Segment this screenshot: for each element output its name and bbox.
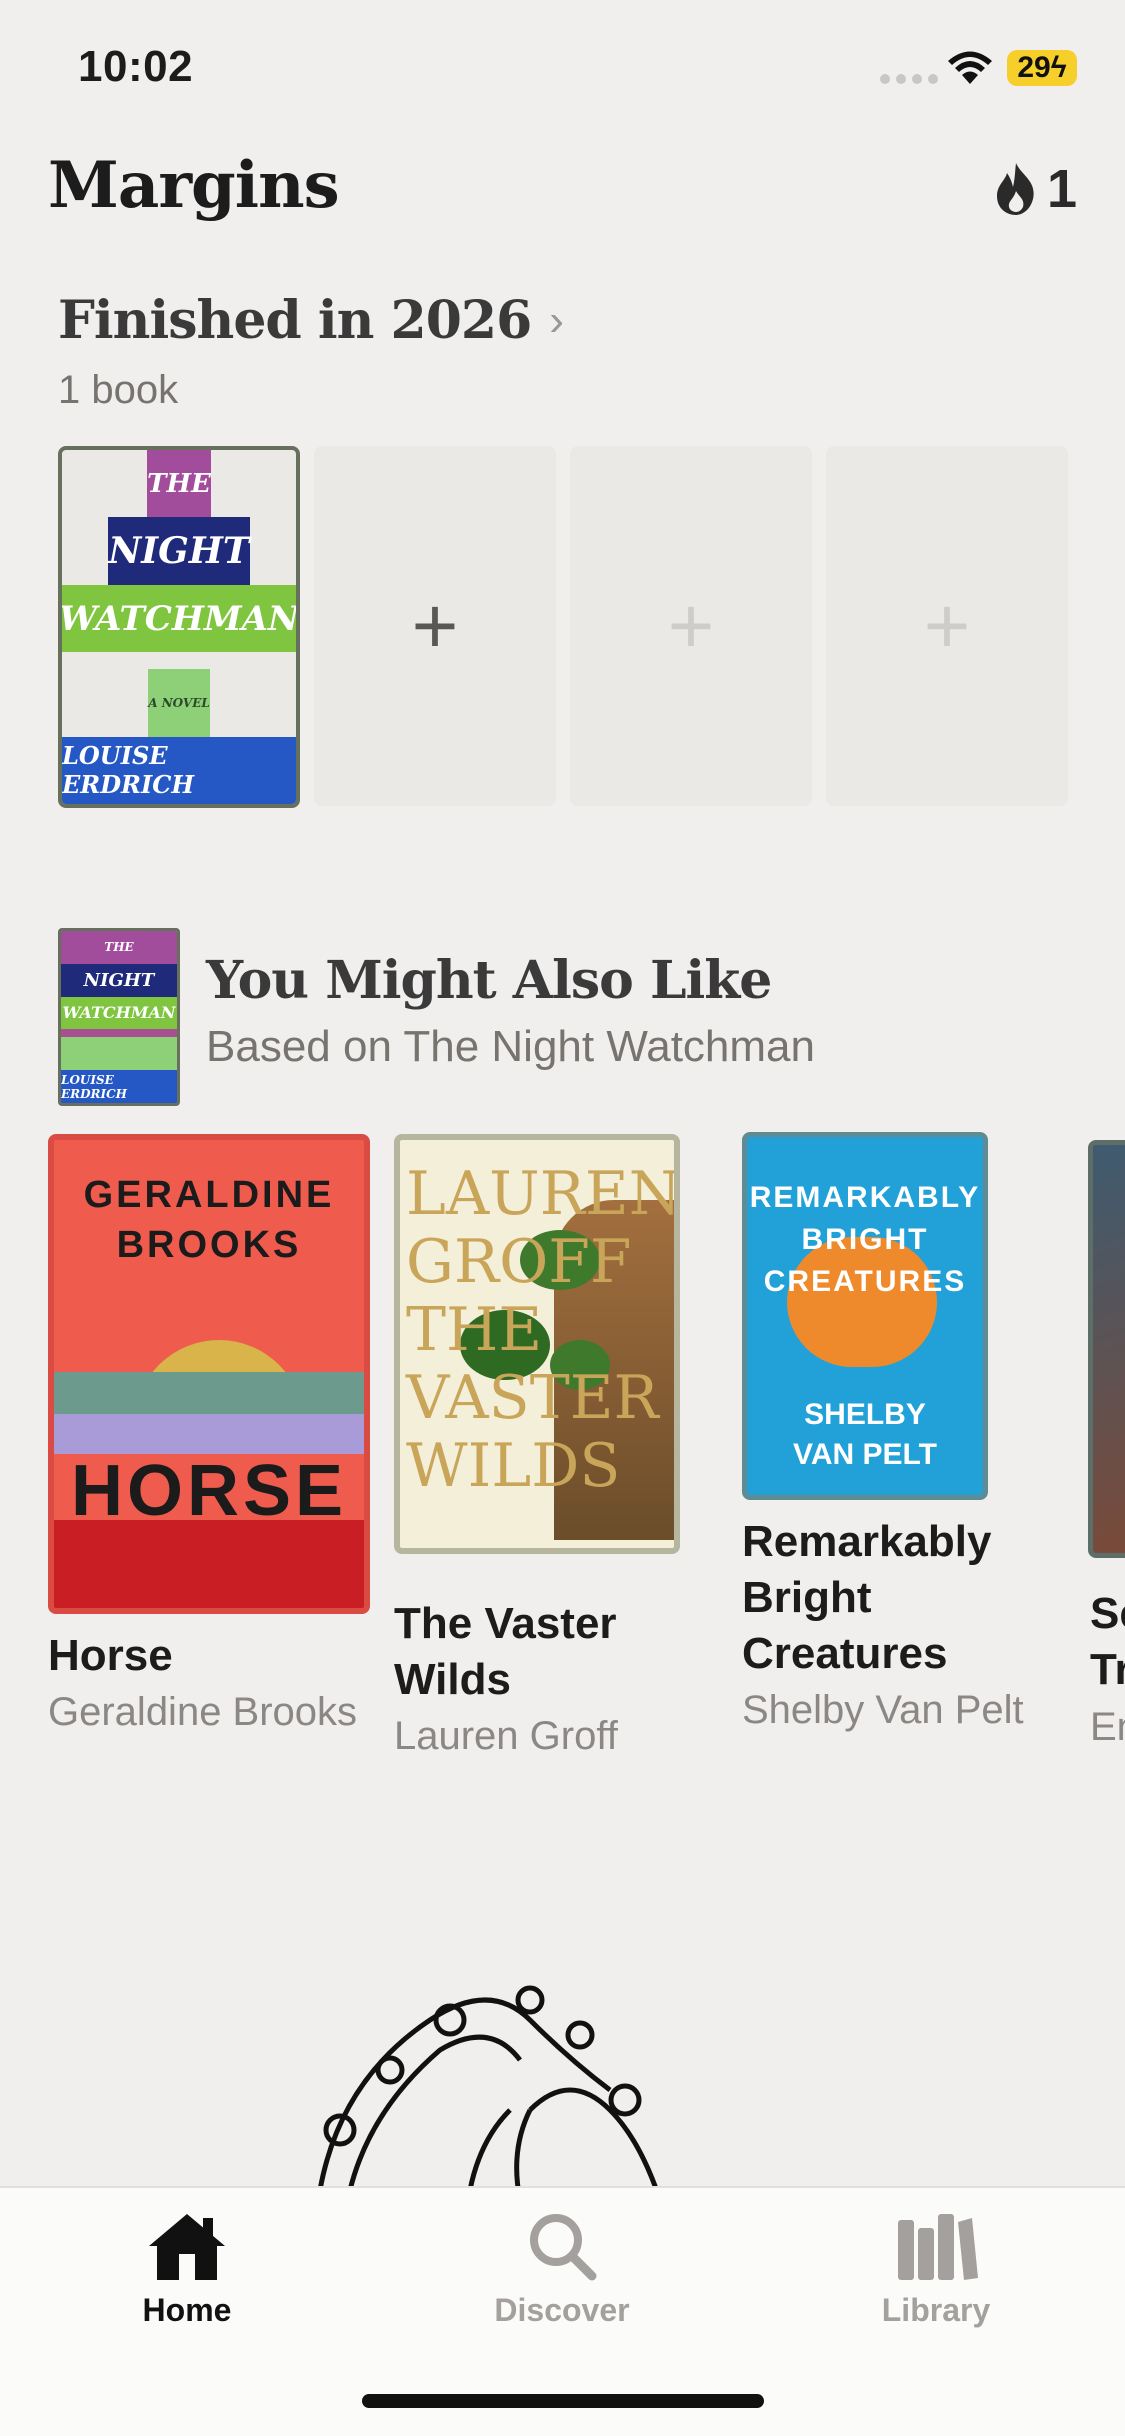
recommended-book-card[interactable]: GERALDINE BROOKS HORSE Horse Geraldine Br… [48,1134,370,1740]
plus-icon: + [667,581,715,670]
book-cover-vaster-wilds[interactable]: LAUREN GROFF THE VASTER WILDS [394,1134,680,1554]
book-title-partial: Se Tr En [1090,1589,1125,1749]
tab-discover[interactable]: Discover [462,2210,662,2329]
cover-title: REMARKABLY BRIGHT CREATURES [749,1181,981,1298]
cover-text: NIGHT [108,517,250,585]
cover-text: LOUISE ERDRICH [62,736,296,804]
app-title: Margins [48,148,340,223]
cover-author: SHELBY VAN PELT [793,1398,937,1471]
cover-text: THE [147,450,211,518]
finished-section-link[interactable]: Finished in 2026 › [58,290,564,351]
cover-text: LOUISE ERDRICH [61,1070,177,1103]
book-author: Lauren Groff [394,1714,618,1758]
cover-text: NIGHT [61,963,177,997]
cover-band [54,1372,364,1414]
cover-title: LAUREN GROFF THE VASTER WILDS [406,1159,680,1501]
tab-home[interactable]: Home [87,2210,287,2329]
flame-icon [996,163,1034,215]
cover-text: WATCHMAN [61,996,177,1030]
book-title: Horse [48,1631,173,1680]
cover-title: HORSE [70,1451,348,1531]
charging-bolt-icon: ϟ [1050,51,1067,84]
library-icon [898,2214,978,2280]
book-title: Remarkably Bright Creatures [742,1517,992,1678]
recommendations-subtitle: Based on The Night Watchman [206,1022,815,1071]
screen: 10:02 29 ϟ Margins 1 Finished in 2026 › 1… [0,0,1125,2436]
home-icon [149,2214,225,2280]
cellular-signal-icon [880,74,938,84]
based-on-book-thumbnail: THE NIGHT WATCHMAN LOUISE ERDRICH [58,928,180,1106]
book-author: Shelby Van Pelt [742,1688,1024,1732]
chevron-right-icon: › [549,295,564,345]
book-cover-night-watchman[interactable]: THE NIGHT WATCHMAN A NOVEL LOUISE ERDRIC… [58,446,300,808]
streak-button[interactable]: 1 [993,158,1077,220]
book-title: The Vaster Wilds [394,1599,617,1704]
cover-band [61,1029,177,1038]
cover-text: A NOVEL [148,669,210,737]
recommended-book-card[interactable]: LAUREN GROFF THE VASTER WILDS The Vaster Wi… [394,1134,694,1764]
battery-level: 29 [1017,51,1051,84]
wifi-icon [946,50,994,91]
tab-library[interactable]: Library [836,2210,1036,2329]
tab-label: Library [881,2292,991,2328]
cover-text: WATCHMAN [62,584,296,653]
status-time: 10:02 [78,42,194,91]
home-indicator[interactable] [362,2394,764,2408]
finished-title: Finished in 2026 [58,290,532,351]
bell-wreath-illustration [317,1985,663,2200]
battery-indicator: 29 ϟ [1007,50,1077,86]
cover-author: GERALDINE BROOKS [83,1174,335,1266]
cover-band [61,1037,177,1071]
add-book-slot[interactable]: + [826,446,1068,806]
tab-label: Discover [494,2292,630,2328]
search-icon [530,2214,597,2281]
book-cover-remarkably-bright-creatures[interactable]: REMARKABLY BRIGHT CREATURES SHELBY VAN PELT [742,1132,988,1500]
plus-icon: + [411,581,459,670]
tab-label: Home [142,2292,232,2328]
add-book-slot[interactable]: + [314,446,556,806]
plus-icon: + [923,581,971,670]
cover-band [54,1520,364,1608]
finished-books-row: THE NIGHT WATCHMAN A NOVEL LOUISE ERDRIC… [58,446,1068,808]
recommended-book-card[interactable]: REMARKABLY BRIGHT CREATURES SHELBY VAN PELT… [742,1132,1042,1738]
book-cover-partial[interactable] [1088,1140,1125,1558]
finished-count: 1 book [58,368,179,412]
recommendations-title: You Might Also Like [206,950,772,1011]
add-book-slot[interactable]: + [570,446,812,806]
cover-text: THE [61,931,177,964]
book-author: Geraldine Brooks [48,1690,358,1734]
cover-band [54,1414,364,1454]
streak-count: 1 [1046,159,1077,219]
book-cover-horse[interactable]: GERALDINE BROOKS HORSE [48,1134,370,1614]
